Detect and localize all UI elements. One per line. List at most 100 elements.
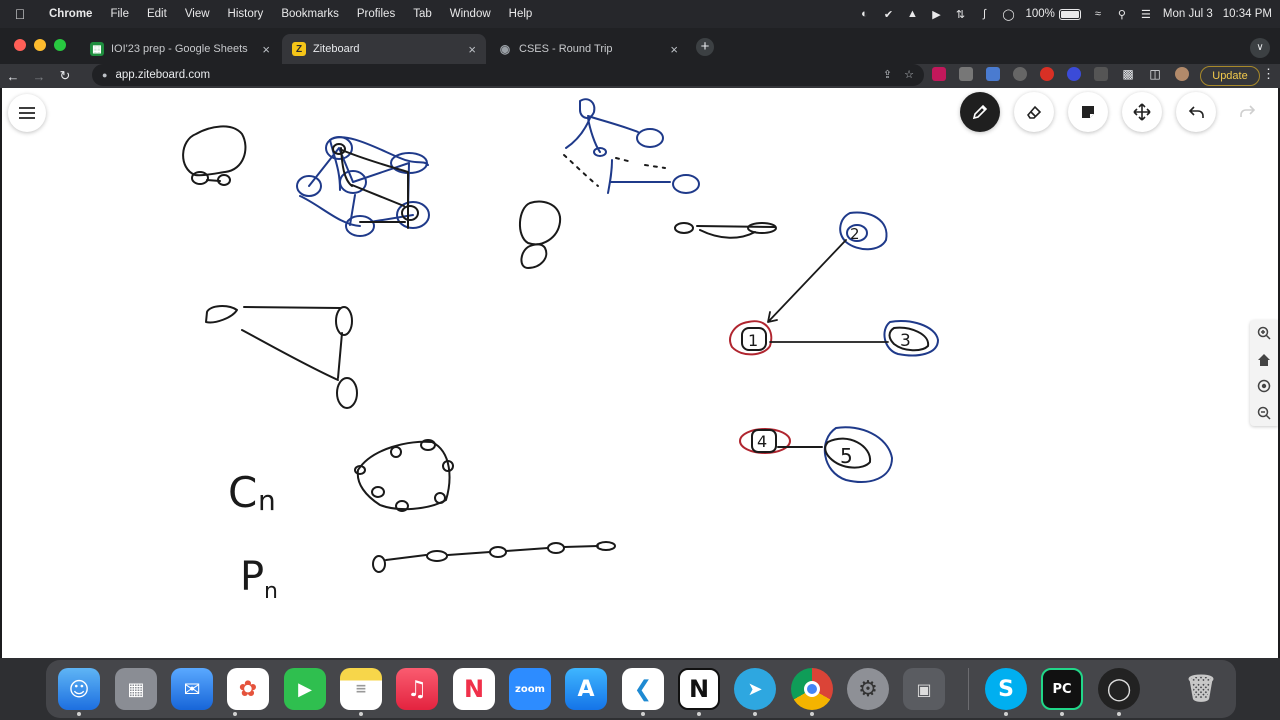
photos-icon[interactable]: ✿ [227, 668, 269, 710]
running-indicator [77, 712, 81, 716]
app-store-icon[interactable]: A [565, 668, 607, 710]
spotlight-search-icon[interactable]: ⚲ [1115, 7, 1129, 21]
puzzle-extensions-icon[interactable]: ▩ [1121, 67, 1135, 81]
battery-indicator[interactable]: 100% [1025, 8, 1081, 20]
close-window-button[interactable] [14, 39, 26, 51]
address-bar[interactable]: ● app.ziteboard.com ⇪ ☆ [92, 64, 924, 86]
menu-bookmarks[interactable]: Bookmarks [272, 8, 348, 20]
chrome-icon[interactable] [791, 668, 833, 710]
tab-label: IOI'23 prep - Google Sheets [111, 43, 248, 55]
dock-separator [968, 668, 969, 710]
hamburger-menu-button[interactable] [8, 94, 46, 132]
label-path-subscript: n [264, 579, 278, 604]
pen-tool-button[interactable] [960, 92, 1000, 132]
network-status-icon[interactable]: ⇅ [953, 7, 967, 21]
menu-window[interactable]: Window [441, 8, 500, 20]
tab-google-sheets[interactable]: ▦ IOI'23 prep - Google Sheets × [80, 34, 280, 64]
telegram-icon[interactable]: ➤ [734, 668, 776, 710]
home-icon[interactable] [1255, 351, 1273, 369]
running-indicator [810, 712, 814, 716]
figure-eight-sketch [519, 200, 562, 269]
pycharm-icon[interactable]: PC [1041, 668, 1083, 710]
back-arrow-icon[interactable]: ← [0, 69, 26, 84]
sidebar-toggle-icon[interactable]: ◫ [1148, 67, 1162, 81]
menu-date[interactable]: Mon Jul 3 [1163, 8, 1213, 20]
extension-icon-1[interactable] [932, 67, 946, 81]
translate-extension-icon[interactable] [986, 67, 1000, 81]
obs-icon[interactable]: ◯ [1098, 668, 1140, 710]
grammar-extension-icon[interactable] [1013, 67, 1027, 81]
checkmark-status-icon[interactable]: ✔ [881, 7, 895, 21]
menu-time[interactable]: 10:34 PM [1223, 8, 1272, 20]
zoom-window-button[interactable] [54, 39, 66, 51]
profile-avatar[interactable] [1175, 67, 1189, 81]
camera-extension-icon[interactable] [959, 67, 973, 81]
self-loop-sketch [182, 125, 247, 186]
forward-arrow-icon[interactable]: → [26, 69, 52, 84]
skype-icon[interactable]: S [985, 668, 1027, 710]
menu-tab[interactable]: Tab [404, 8, 441, 20]
tab-ziteboard[interactable]: Z Ziteboard × [282, 34, 486, 64]
vscode-icon[interactable]: ❮ [622, 668, 664, 710]
menu-help[interactable]: Help [500, 8, 542, 20]
status-icon-1[interactable]: ◐ [857, 7, 871, 21]
play-status-icon[interactable]: ▶ [929, 7, 943, 21]
more-menu-icon[interactable]: ⋮ [1262, 66, 1275, 82]
extension-icon-2[interactable] [1067, 67, 1081, 81]
control-center-icon[interactable]: ☰ [1139, 7, 1153, 21]
sticky-note-icon [1082, 106, 1094, 118]
menu-app-name[interactable]: Chrome [40, 8, 101, 20]
notes-icon[interactable]: ≡ [340, 668, 382, 710]
redo-icon [1240, 105, 1256, 117]
reload-icon[interactable]: ↻ [52, 68, 78, 84]
news-icon[interactable]: N [453, 668, 495, 710]
focus-status-icon[interactable]: ◯ [1001, 7, 1015, 21]
running-indicator [697, 712, 701, 716]
tab-label: CSES - Round Trip [519, 43, 613, 55]
sticky-note-button[interactable] [1068, 92, 1108, 132]
close-tab-icon[interactable]: × [670, 42, 678, 57]
wifi-icon[interactable]: ≈ [1091, 7, 1105, 21]
finder-icon[interactable]: ☺ [58, 668, 100, 710]
move-tool-button[interactable] [1122, 92, 1162, 132]
update-button[interactable]: Update [1200, 66, 1260, 86]
recenter-icon[interactable] [1255, 377, 1273, 395]
share-icon[interactable]: ⇪ [883, 68, 892, 81]
menu-profiles[interactable]: Profiles [348, 8, 404, 20]
whiteboard-canvas[interactable]: C n P n 1 2 3 4 5 [2, 88, 1278, 658]
eraser-tool-button[interactable] [1014, 92, 1054, 132]
new-tab-button[interactable]: + [696, 38, 714, 56]
trash-icon[interactable]: 🗑 [1180, 668, 1222, 710]
menu-view[interactable]: View [176, 8, 219, 20]
close-tab-icon[interactable]: × [262, 42, 270, 57]
extension-icon-3[interactable] [1094, 67, 1108, 81]
node-5-circle [823, 426, 893, 483]
tab-cses-round-trip[interactable]: ◉ CSES - Round Trip × [488, 34, 688, 64]
notion-icon[interactable]: N [678, 668, 720, 710]
launchpad-icon[interactable]: ▦ [115, 668, 157, 710]
music-icon[interactable]: ♫ [396, 668, 438, 710]
blue-tree-sketch [565, 98, 700, 194]
system-settings-icon[interactable]: ⚙ [847, 668, 889, 710]
redo-button[interactable] [1238, 102, 1260, 124]
mail-icon[interactable]: ✉ [171, 668, 213, 710]
close-tab-icon[interactable]: × [468, 42, 476, 57]
facetime-icon[interactable]: ▶ [284, 668, 326, 710]
bookmark-star-icon[interactable]: ☆ [904, 68, 914, 81]
undo-button[interactable] [1176, 92, 1216, 132]
apple-icon[interactable]:  [0, 6, 40, 22]
status-icon-2[interactable]: ▲ [905, 7, 919, 21]
zoom-out-icon[interactable] [1255, 404, 1273, 422]
menu-edit[interactable]: Edit [138, 8, 176, 20]
tab-search-button[interactable]: ∨ [1250, 38, 1270, 58]
menu-history[interactable]: History [219, 8, 273, 20]
record-extension-icon[interactable] [1040, 67, 1054, 81]
minimize-window-button[interactable] [34, 39, 46, 51]
menu-file[interactable]: File [101, 8, 138, 20]
running-indicator [1004, 712, 1008, 716]
lock-icon[interactable]: ● [102, 70, 107, 80]
bluetooth-icon[interactable]: ∫ [977, 7, 991, 21]
screenshot-icon[interactable]: ▣ [903, 668, 945, 710]
zoom-in-icon[interactable] [1255, 324, 1273, 342]
zoom-icon[interactable]: zoom [509, 668, 551, 710]
